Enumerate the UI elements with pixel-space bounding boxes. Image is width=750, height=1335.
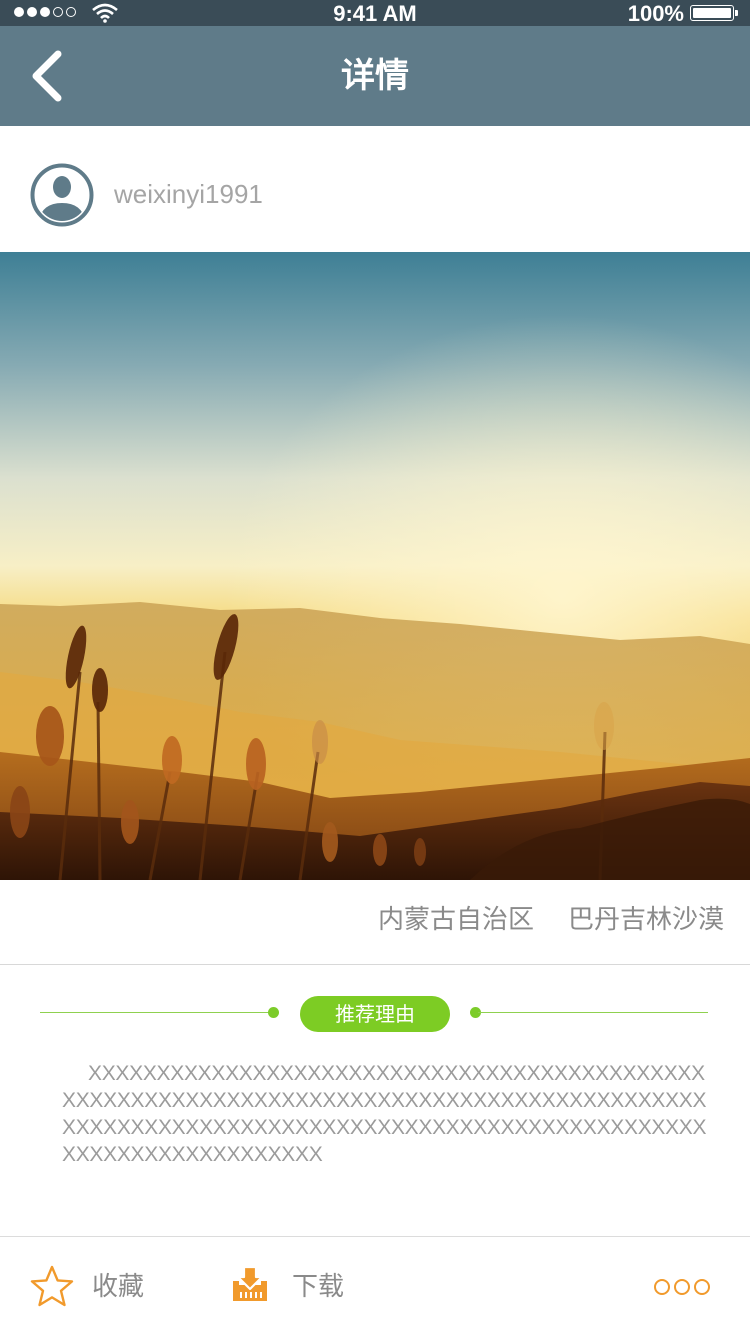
user-avatar-icon[interactable]: [30, 163, 94, 227]
divider-left: [40, 1012, 272, 1013]
favorite-label: 收藏: [92, 1272, 145, 1302]
bottom-toolbar: 收藏 下载: [0, 1236, 750, 1335]
location-place[interactable]: 巴丹吉林沙漠: [568, 902, 724, 938]
nav-bar: 详情: [0, 26, 750, 126]
download-button[interactable]: 下载: [230, 1237, 370, 1335]
battery-percent: 100%: [627, 1, 684, 26]
recommendation-text: XXXXXXXXXXXXXXXXXXXXXXXXXXXXXXXXXXXXXXXX…: [62, 1062, 707, 1166]
download-label: 下载: [292, 1272, 345, 1302]
status-bar: 9:41 AM 100%: [0, 0, 750, 26]
username[interactable]: weixinyi1991: [114, 176, 263, 212]
divider-right: [478, 1012, 708, 1013]
download-icon: [233, 1265, 267, 1301]
user-row[interactable]: weixinyi1991: [0, 126, 750, 252]
photo: [0, 252, 750, 880]
location-row: 内蒙古自治区 巴丹吉林沙漠: [0, 880, 750, 965]
battery-icon: [690, 5, 738, 21]
page-title: 详情: [341, 56, 409, 96]
divider-dot-left: [268, 1007, 279, 1018]
favorite-button[interactable]: 收藏: [30, 1237, 170, 1335]
more-icon[interactable]: [654, 1279, 710, 1295]
star-icon: [30, 1265, 74, 1307]
recommendation-badge: 推荐理由: [300, 996, 450, 1032]
location-region[interactable]: 内蒙古自治区: [378, 902, 534, 938]
